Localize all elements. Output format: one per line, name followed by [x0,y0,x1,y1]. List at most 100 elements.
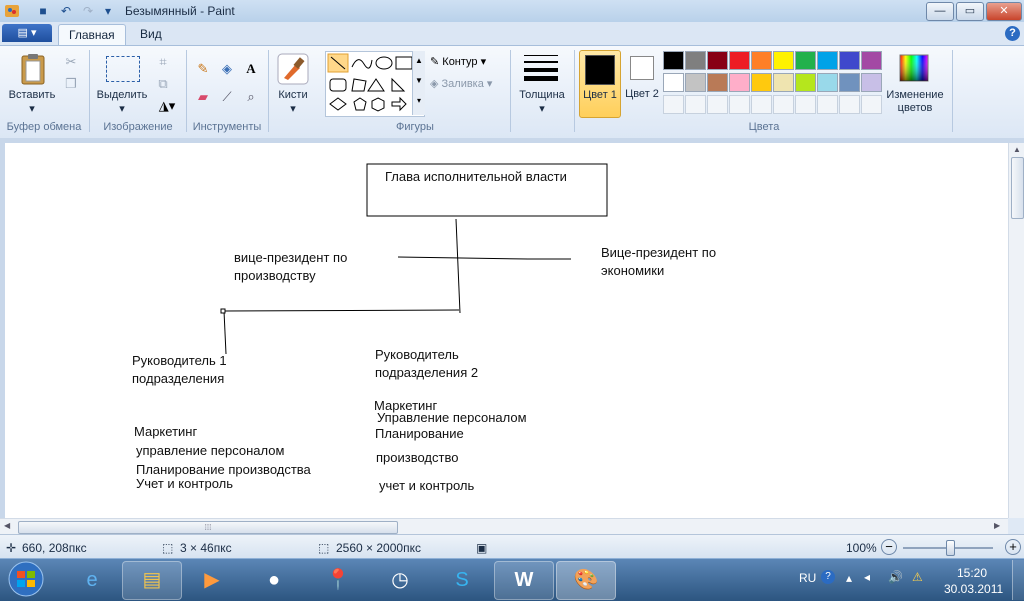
volume-icon[interactable]: 🔊 [888,570,903,584]
palette-color-swatch[interactable] [817,73,838,92]
edit-colors-icon[interactable] [898,53,930,83]
show-desktop-button[interactable] [1012,560,1024,600]
vertical-scroll-thumb[interactable] [1011,157,1024,219]
outline-button[interactable]: ✎ Контур ▾ [430,55,486,68]
palette-empty-swatch[interactable] [861,95,882,114]
tab-home[interactable]: Главная [58,24,126,46]
palette-color-swatch[interactable] [839,73,860,92]
zoom-slider-thumb[interactable] [946,540,955,556]
brushes-button[interactable]: Кисти [270,89,316,101]
pencil-icon[interactable]: ✎ [192,58,214,80]
color2-button[interactable]: Цвет 2 [624,50,660,116]
color1-button[interactable]: Цвет 1 [579,50,621,118]
zoom-in-button[interactable]: + [1005,539,1021,555]
palette-color-swatch[interactable] [817,51,838,70]
fill-bucket-icon[interactable]: ◈ [216,58,238,80]
palette-color-swatch[interactable] [707,73,728,92]
palette-color-swatch[interactable] [663,51,684,70]
palette-empty-swatch[interactable] [663,95,684,114]
palette-color-swatch[interactable] [751,73,772,92]
paint-app-icon[interactable] [4,3,20,19]
media-player-icon[interactable]: ▶ [182,561,242,600]
language-indicator[interactable]: RU [799,571,816,585]
palette-color-swatch[interactable] [707,51,728,70]
palette-color-swatch[interactable] [795,73,816,92]
flag-icon[interactable]: ◂ [864,570,870,584]
palette-color-swatch[interactable] [795,51,816,70]
user-icon[interactable]: ● [244,561,304,600]
minimize-button[interactable]: — [926,2,954,21]
cut-icon[interactable]: ✂ [60,51,82,73]
palette-empty-swatch[interactable] [817,95,838,114]
help-tray-icon[interactable]: ? [821,570,835,584]
palette-empty-swatch[interactable] [685,95,706,114]
clock-date[interactable]: 30.03.2011 [944,582,1003,596]
copy-icon[interactable]: ❐ [60,73,82,95]
palette-color-swatch[interactable] [685,51,706,70]
rotate-icon[interactable]: ◮▾ [154,95,180,117]
clock-app-icon[interactable]: ◷ [370,561,430,600]
skype-icon[interactable]: S [432,561,492,600]
customize-quick-access-icon[interactable]: ▾ [100,3,116,19]
palette-empty-swatch[interactable] [729,95,750,114]
pin-icon[interactable]: 📍 [308,561,368,600]
undo-icon[interactable]: ↶ [58,3,74,19]
internet-explorer-icon[interactable]: e [62,561,122,600]
select-button[interactable]: Выделить [92,89,152,101]
palette-color-swatch[interactable] [751,51,772,70]
palette-empty-swatch[interactable] [795,95,816,114]
paste-icon[interactable] [16,52,52,86]
palette-color-swatch[interactable] [685,73,706,92]
eraser-icon[interactable]: ▰ [192,86,214,108]
line-thickness-icon[interactable] [524,54,558,82]
color-picker-icon[interactable]: ⟋ [216,86,238,108]
brush-icon[interactable] [276,52,310,86]
redo-icon[interactable]: ↷ [80,3,96,19]
palette-empty-swatch[interactable] [751,95,772,114]
scroll-right-icon[interactable]: ▶ [994,521,1000,530]
word-icon[interactable]: W [494,561,554,600]
magnifier-icon[interactable]: ⌕ [240,86,262,108]
close-button[interactable]: ✕ [986,2,1022,21]
tab-view[interactable]: Вид [130,24,172,45]
network-warning-icon[interactable]: ⚠ [912,570,923,584]
select-dropdown-icon[interactable]: ▾ [92,102,152,115]
palette-color-swatch[interactable] [839,51,860,70]
edit-colors-button[interactable]: Изменение цветов [882,89,948,115]
palette-color-swatch[interactable] [773,73,794,92]
palette-color-swatch[interactable] [729,73,750,92]
palette-color-swatch[interactable] [663,73,684,92]
scroll-left-icon[interactable]: ◀ [4,521,10,530]
palette-empty-swatch[interactable] [839,95,860,114]
horizontal-scrollbar[interactable]: ◀ ⁞⁞⁞ ▶ [0,518,1008,535]
save-icon[interactable]: ■ [35,3,51,19]
scroll-up-icon[interactable]: ▲ [1013,145,1021,154]
size-button[interactable]: Толщина [514,89,570,101]
paste-button[interactable]: Вставить [4,89,60,101]
crop-icon[interactable]: ⌗ [152,51,174,73]
start-button[interactable] [4,560,48,598]
resize-icon[interactable]: ⧉ [152,73,174,95]
clock-time[interactable]: 15:20 [957,566,987,580]
drawing-canvas[interactable]: Глава исполнительной власти вице-президе… [5,143,1008,518]
paint-taskbar-icon[interactable]: 🎨 [556,561,616,600]
text-icon[interactable]: A [240,58,262,80]
palette-color-swatch[interactable] [773,51,794,70]
size-dropdown-icon[interactable]: ▾ [514,102,570,115]
shapes-scroll-icon[interactable]: ▲ ▼ ▾ [412,51,425,115]
palette-color-swatch[interactable] [729,51,750,70]
palette-color-swatch[interactable] [861,51,882,70]
palette-empty-swatch[interactable] [773,95,794,114]
palette-empty-swatch[interactable] [707,95,728,114]
brushes-dropdown-icon[interactable]: ▾ [270,102,316,115]
vertical-scrollbar[interactable]: ▲ [1008,143,1024,518]
maximize-button[interactable]: ▭ [956,2,984,21]
horizontal-scroll-thumb[interactable]: ⁞⁞⁞ [18,521,398,534]
shapes-gallery[interactable] [325,51,425,117]
paste-dropdown-icon[interactable]: ▾ [4,102,60,115]
explorer-icon[interactable]: ▤ [122,561,182,600]
fill-button[interactable]: ◈ Заливка ▾ [430,77,492,90]
zoom-out-button[interactable]: − [881,539,897,555]
app-menu-button[interactable]: ▤ ▾ [2,24,52,42]
show-hidden-icons[interactable]: ▴ [846,571,852,585]
